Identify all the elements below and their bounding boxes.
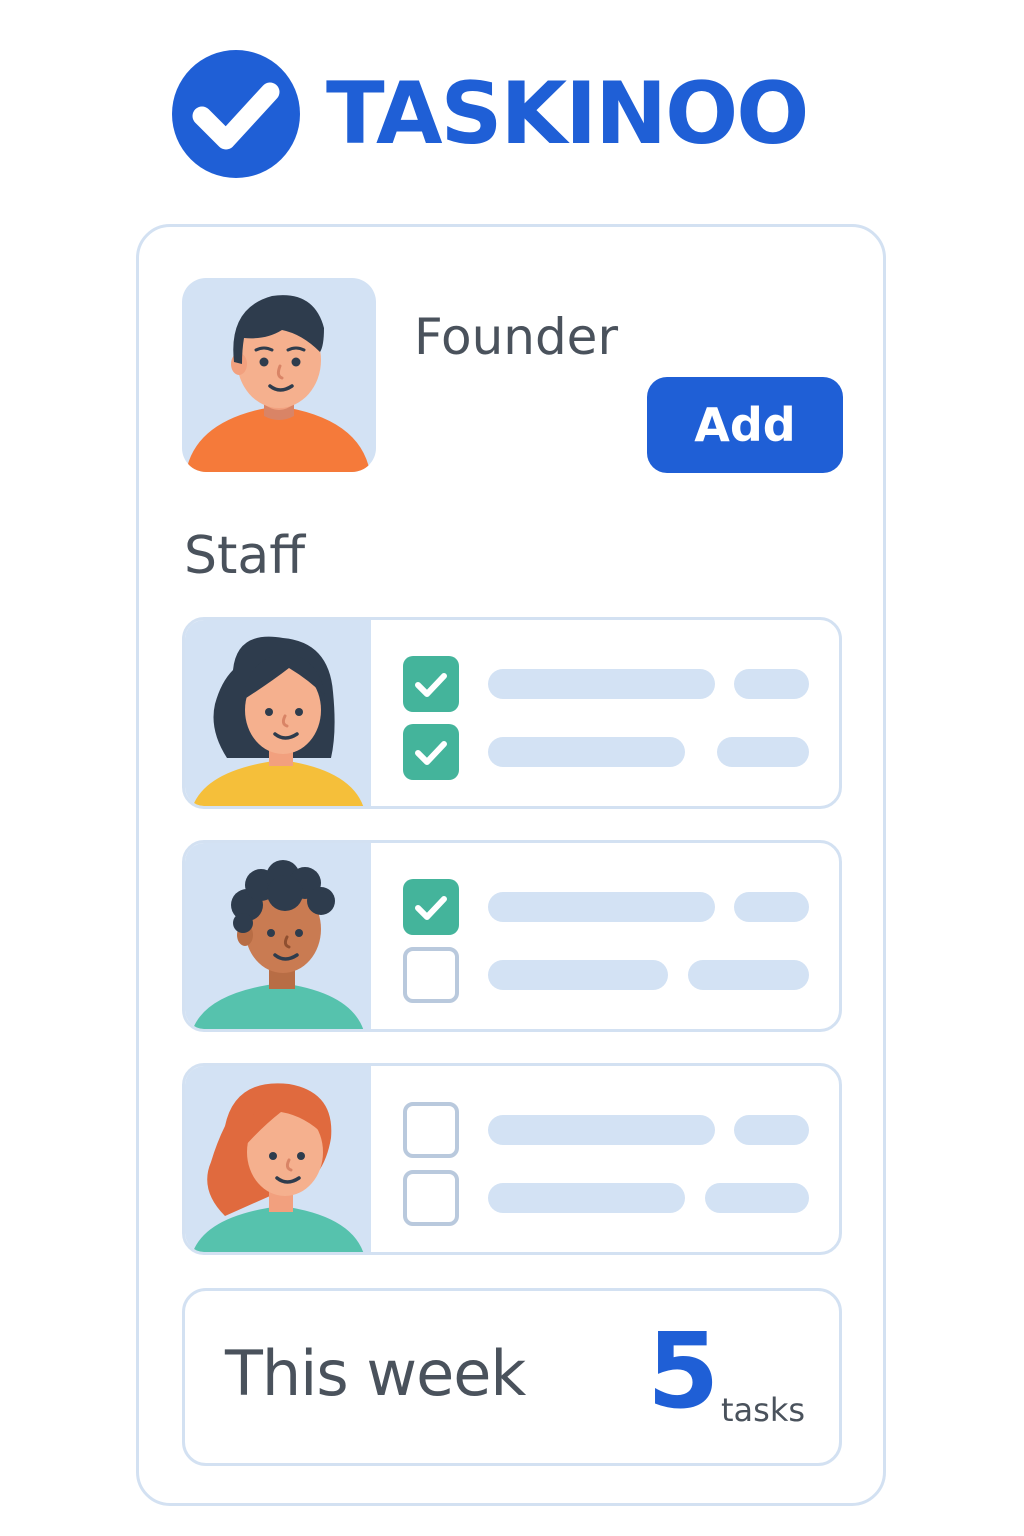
task-title-placeholder	[488, 1115, 715, 1145]
add-button[interactable]: Add	[647, 377, 843, 473]
summary-label: This week	[225, 1337, 526, 1410]
task-row	[403, 656, 813, 712]
woman-avatar-icon	[192, 636, 364, 806]
task-title-placeholder	[488, 1183, 685, 1213]
task-title-placeholder	[488, 737, 685, 767]
staff-card[interactable]	[182, 840, 842, 1032]
task-count: 5	[647, 1310, 720, 1432]
staff-card[interactable]	[182, 1063, 842, 1255]
weekly-summary: This week 5 tasks	[182, 1288, 842, 1466]
task-row	[403, 1170, 813, 1226]
task-meta-placeholder	[688, 960, 809, 990]
task-checkbox[interactable]	[403, 879, 459, 935]
staff-card[interactable]	[182, 617, 842, 809]
task-row	[403, 1102, 813, 1158]
checkmark-circle-icon	[172, 50, 300, 178]
task-meta-placeholder	[734, 669, 809, 699]
task-meta-placeholder	[705, 1183, 809, 1213]
task-title-placeholder	[488, 892, 715, 922]
task-meta-placeholder	[717, 737, 809, 767]
check-icon	[415, 741, 447, 765]
task-checkbox[interactable]	[403, 724, 459, 780]
app-header: TASKINOO	[172, 50, 809, 178]
staff-avatar	[185, 843, 371, 1029]
task-title-placeholder	[488, 669, 715, 699]
woman-red-hair-avatar-icon	[192, 1083, 364, 1252]
task-checkbox[interactable]	[403, 656, 459, 712]
founder-avatar	[182, 278, 376, 472]
task-checkbox[interactable]	[403, 947, 459, 1003]
app-title: TASKINOO	[326, 64, 809, 164]
check-icon	[415, 673, 447, 697]
check-icon	[415, 896, 447, 920]
task-checkbox[interactable]	[403, 1102, 459, 1158]
task-row	[403, 879, 813, 935]
task-title-placeholder	[488, 960, 668, 990]
task-count-unit: tasks	[721, 1391, 806, 1429]
founder-label: Founder	[414, 308, 619, 366]
staff-avatar	[185, 620, 371, 806]
man-avatar-icon	[186, 295, 370, 472]
staff-heading: Staff	[184, 526, 306, 586]
task-meta-placeholder	[734, 1115, 809, 1145]
man-curly-avatar-icon	[192, 860, 364, 1029]
task-meta-placeholder	[734, 892, 809, 922]
task-row	[403, 947, 813, 1003]
staff-avatar	[185, 1066, 371, 1252]
task-checkbox[interactable]	[403, 1170, 459, 1226]
task-row	[403, 724, 813, 780]
